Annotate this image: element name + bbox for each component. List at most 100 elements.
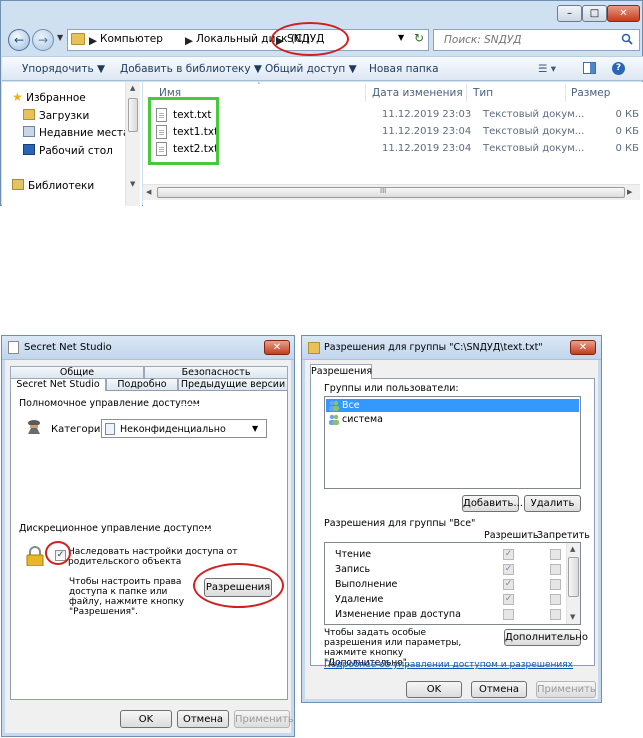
apply-button[interactable]: Применить [536, 681, 596, 698]
column-date[interactable]: Дата изменения [372, 87, 463, 99]
file-row[interactable]: text.txt 11.12.2019 23:03 Текстовый доку… [153, 107, 643, 124]
ok-button[interactable]: OK [120, 710, 172, 728]
deny-checkbox[interactable] [550, 564, 561, 575]
search-input[interactable] [434, 30, 614, 50]
view-options-icon[interactable]: ☰ ▾ [538, 63, 556, 75]
nav-desktop-label: Рабочий стол [39, 145, 113, 157]
deny-checkbox[interactable] [550, 549, 561, 560]
desktop-icon [23, 144, 35, 155]
scroll-up-icon[interactable]: ▲ [130, 84, 135, 92]
column-divider[interactable] [565, 84, 566, 102]
deny-checkbox[interactable] [550, 579, 561, 590]
close-icon: ✕ [272, 342, 282, 353]
allow-checkbox[interactable]: ✓ [503, 549, 514, 560]
allow-checkbox[interactable]: ✓ [503, 594, 514, 605]
allow-checkbox[interactable] [503, 609, 514, 620]
nav-libraries-label: Библиотеки [28, 180, 95, 192]
add-to-library-menu[interactable]: Добавить в библиотеку ▼ [120, 63, 262, 75]
allow-checkbox[interactable]: ✓ [503, 579, 514, 590]
permission-name: Изменение прав доступа [335, 609, 461, 620]
share-menu[interactable]: Общий доступ ▼ [265, 63, 357, 75]
ok-button[interactable]: OK [406, 681, 462, 698]
nav-desktop[interactable]: Рабочий стол [23, 144, 113, 157]
nav-downloads[interactable]: Загрузки [23, 109, 89, 122]
minimize-icon: – [567, 8, 572, 19]
tab-general[interactable]: Общие [10, 366, 144, 378]
scroll-down-icon[interactable]: ▼ [570, 613, 575, 621]
tab-permissions[interactable]: Разрешения [310, 364, 372, 379]
chevron-right-icon: ▶ [185, 35, 194, 47]
maximize-button[interactable]: □ [582, 5, 607, 22]
users-list[interactable]: Все система [324, 396, 581, 489]
nav-favorites[interactable]: ★ Избранное [12, 90, 86, 104]
file-type: Текстовый докум... [483, 109, 585, 120]
scroll-down-icon[interactable]: ▼ [130, 180, 135, 188]
tab-secret-net-studio[interactable]: Secret Net Studio [10, 378, 106, 391]
advanced-button[interactable]: Дополнительно [504, 629, 588, 646]
close-button[interactable]: ✕ [570, 340, 596, 355]
scroll-thumb[interactable]: III [157, 187, 625, 198]
recent-pages-dropdown-icon[interactable]: ▼ [57, 33, 63, 42]
category-select[interactable]: Неконфиденциально ▼ [101, 419, 267, 438]
search-icon[interactable] [621, 33, 633, 45]
column-size[interactable]: Размер [571, 87, 610, 99]
permission-row: Изменение прав доступа [331, 608, 561, 622]
dialog-titlebar: Secret Net Studio ✕ [2, 336, 294, 360]
back-button[interactable]: ← [8, 29, 30, 51]
cancel-button[interactable]: Отмена [177, 710, 229, 728]
nav-pane-scrollbar[interactable]: ▲ ▼ [125, 82, 140, 206]
users-group-icon [328, 414, 340, 425]
forward-button[interactable]: → [32, 29, 54, 51]
remove-button[interactable]: Удалить [524, 495, 581, 512]
cancel-button[interactable]: Отмена [471, 681, 527, 698]
folder-icon [308, 342, 320, 354]
file-type: Текстовый докум... [483, 143, 585, 154]
category-value: Неконфиденциально [120, 424, 226, 435]
organize-menu[interactable]: Упорядочить ▼ [22, 63, 105, 75]
tab-details[interactable]: Подробно [106, 378, 178, 390]
file-date: 11.12.2019 23:04 [382, 143, 472, 154]
permission-name: Удаление [335, 594, 384, 605]
apply-button[interactable]: Применить [234, 710, 294, 728]
close-button[interactable]: ✕ [607, 5, 640, 22]
star-icon: ★ [12, 90, 23, 104]
help-icon[interactable]: ? [612, 62, 625, 75]
scroll-thumb[interactable] [568, 557, 579, 597]
allow-checkbox[interactable]: ✓ [503, 564, 514, 575]
breadcrumb-computer[interactable]: Компьютер [100, 33, 163, 45]
column-divider[interactable] [365, 84, 366, 102]
deny-checkbox[interactable] [550, 609, 561, 620]
group-separator [199, 529, 281, 530]
close-button[interactable]: ✕ [264, 340, 290, 355]
scroll-right-icon[interactable]: ▶ [627, 188, 632, 196]
list-item[interactable]: система [326, 413, 579, 426]
tab-previous-versions[interactable]: Предыдущие версии [178, 378, 288, 390]
new-folder-button[interactable]: Новая папка [369, 63, 439, 75]
scroll-thumb[interactable] [128, 98, 138, 132]
scroll-up-icon[interactable]: ▲ [570, 545, 575, 553]
nav-libraries[interactable]: Библиотеки [12, 179, 94, 192]
nav-recent[interactable]: Недавние места [23, 126, 129, 139]
file-icon [8, 341, 19, 354]
file-row[interactable]: text1.txt 11.12.2019 23:04 Текстовый док… [153, 124, 643, 141]
deny-checkbox[interactable] [550, 594, 561, 605]
list-item-selected[interactable]: Все [326, 399, 579, 412]
permissions-scrollbar[interactable]: ▲ ▼ [566, 543, 580, 624]
refresh-icon[interactable]: ↻ [414, 31, 424, 45]
minimize-button[interactable]: – [557, 5, 582, 22]
folder-icon [71, 33, 85, 45]
address-bar[interactable]: ▶ Компьютер ▶ Локальный диск (C:) ▶ SNДУ… [67, 29, 429, 51]
address-dropdown-icon[interactable]: ▼ [398, 33, 404, 42]
horizontal-scrollbar[interactable]: ◀ III ▶ [143, 184, 640, 200]
scroll-left-icon[interactable]: ◀ [146, 188, 151, 196]
column-type[interactable]: Тип [473, 87, 493, 99]
permission-row: Чтение ✓ [331, 548, 561, 562]
add-button[interactable]: Добавить... [462, 495, 523, 512]
recent-places-icon [23, 126, 35, 137]
file-row[interactable]: text2.txt 11.12.2019 23:04 Текстовый док… [153, 141, 643, 158]
user-name: Все [342, 400, 360, 411]
help-link[interactable]: Подробнее об управлении доступом и разре… [324, 660, 573, 670]
column-divider[interactable] [466, 84, 467, 102]
tab-security[interactable]: Безопасность [144, 366, 288, 378]
preview-pane-icon[interactable] [583, 62, 596, 74]
